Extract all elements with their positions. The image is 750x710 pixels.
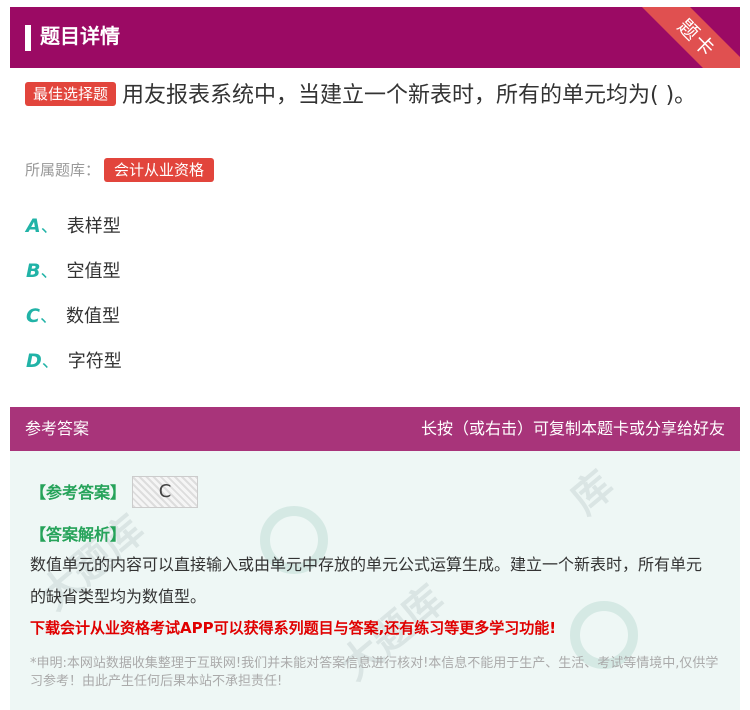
question-text: 用友报表系统中，当建立一个新表时，所有的单元均为( )。 — [122, 83, 697, 108]
answer-panel: 大题库 大题库 库 【参考答案】 C 【答案解析】 数值单元的内容可以直接输入或… — [10, 451, 740, 710]
option-letter: B — [26, 260, 41, 282]
header-accent-bar — [25, 25, 31, 51]
option-letter: A — [26, 215, 41, 237]
question-bank: 所属题库： 会计从业资格 — [25, 158, 215, 182]
option-text: 数值型 — [65, 306, 120, 327]
answer-section-header: 参考答案 长按（或右击）可复制本题卡或分享给好友 — [10, 407, 740, 451]
option-text: 字符型 — [67, 351, 122, 372]
disclaimer: *申明:本网站数据收集整理于互联网!我们并未能对答案信息进行核对!本信息不能用于… — [30, 656, 719, 689]
analysis-text: 数值单元的内容可以直接输入或由单元中存放的单元公式运算生成。建立一个新表时，所有… — [30, 555, 703, 606]
option-text: 空值型 — [66, 261, 121, 282]
reference-answer-label: 【参考答案】 — [30, 483, 127, 502]
option-d[interactable]: D、 字符型 — [26, 346, 122, 376]
question-card-ribbon[interactable]: 题卡 — [631, 7, 740, 68]
question-bank-tag[interactable]: 会计从业资格 — [104, 158, 215, 182]
question-stem: 最佳选择题 用友报表系统中，当建立一个新表时，所有的单元均为( )。 — [25, 80, 725, 112]
option-b[interactable]: B、 空值型 — [26, 256, 120, 286]
option-text: 表样型 — [66, 216, 121, 237]
option-letter: D — [26, 350, 42, 372]
question-bank-label: 所属题库： — [25, 161, 101, 179]
question-type-tag: 最佳选择题 — [25, 82, 117, 106]
page-title: 题目详情 — [40, 24, 120, 48]
app-download-link[interactable]: 下载会计从业资格考试APP可以获得系列题目与答案,还有练习等更多学习功能! — [30, 617, 556, 638]
share-hint: 长按（或右击）可复制本题卡或分享给好友 — [420, 419, 725, 438]
option-c[interactable]: C、 数值型 — [26, 301, 120, 331]
option-letter: C — [26, 305, 40, 327]
analysis-label: 【答案解析】 — [30, 525, 127, 544]
watermark: 库 — [562, 462, 623, 524]
option-a[interactable]: A、 表样型 — [26, 211, 121, 241]
page-header: 题目详情 题卡 — [10, 7, 740, 68]
reference-answer-image: C — [132, 476, 198, 508]
answer-section-title: 参考答案 — [25, 419, 90, 438]
